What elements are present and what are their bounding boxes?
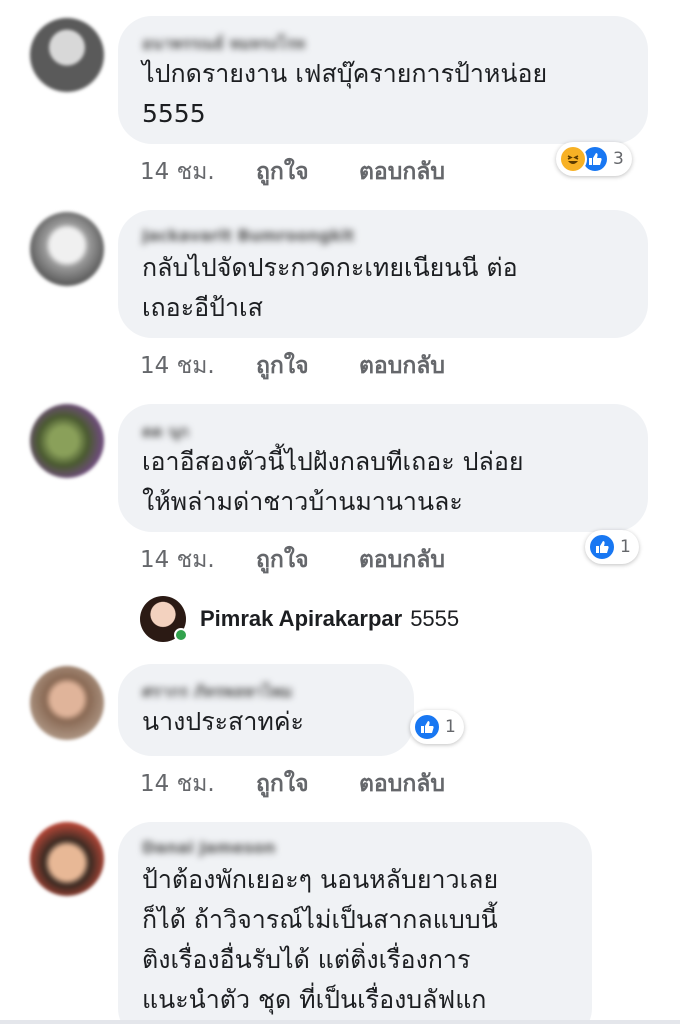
like-link[interactable]: ถูกใจ [256,766,359,802]
timestamp[interactable]: 14 ชม. [140,154,256,190]
reply-avatar[interactable] [140,596,188,642]
timestamp[interactable]: 14 ชม. [140,766,256,802]
comment-bubble: ศรากร ภัทรพลหาไพม นางประสาทค่ะ [118,664,414,756]
reply-text: 5555 [410,606,460,631]
timestamp[interactable]: 14 ชม. [140,542,256,578]
reply-link[interactable]: ตอบกลับ [359,154,445,190]
reply-preview[interactable]: Pimrak Apirakarpar 5555 [140,596,459,642]
reaction-summary[interactable]: 3 [556,142,632,176]
reaction-count: 1 [620,537,631,557]
reaction-count: 3 [613,149,624,169]
reaction-summary[interactable]: 1 [585,530,639,564]
timestamp[interactable]: 14 ชม. [140,348,256,384]
comment-bubble: ดด นุก เอาอีสองตัวนี้ไปฝังกลบทีเถอะ ปล่อ… [118,404,648,532]
comment-author[interactable]: อนาพรรณธ์ หมทรงโรท [142,32,624,54]
comment-author[interactable]: Jackavarit Bumroongkit [142,226,624,248]
comment-text: นางประสาทค่ะ [142,707,304,736]
comment-author[interactable]: ศรากร ภัทรพลหาไพม [142,680,390,702]
comment-actions: 14 ชม. ถูกใจ ตอบกลับ [140,348,445,384]
comment-author[interactable]: ดด นุก [142,420,624,442]
avatar[interactable] [30,212,104,286]
comment-text: กลับไปจัดประกวดกะเทยเนียนนี ต่อ เถอะอีป้… [142,253,518,322]
reply-author[interactable]: Pimrak Apirakarpar [200,606,402,632]
avatar[interactable] [30,18,104,92]
divider [0,1020,680,1024]
comment-text: ป้าต้องพักเยอะๆ นอนหลับยาวเลย ก็ได้ ถ้าว… [142,865,499,1014]
avatar[interactable] [30,404,104,478]
comment-text: เอาอีสองตัวนี้ไปฝังกลบทีเถอะ ปล่อย ให้พล… [142,447,524,516]
comment-bubble: Danai Jameson ป้าต้องพักเยอะๆ นอนหลับยาว… [118,822,592,1024]
haha-icon [559,145,587,173]
avatar[interactable] [30,822,104,896]
comment-bubble: อนาพรรณธ์ หมทรงโรท ไปกดรายงาน เฟสบุ๊คราย… [118,16,648,144]
comment-actions: 14 ชม. ถูกใจ ตอบกลับ [140,766,445,802]
comment-bubble: Jackavarit Bumroongkit กลับไปจัดประกวดกะ… [118,210,648,338]
comment-actions: 14 ชม. ถูกใจ ตอบกลับ [140,542,445,578]
like-link[interactable]: ถูกใจ [256,348,359,384]
like-link[interactable]: ถูกใจ [256,154,359,190]
reply-link[interactable]: ตอบกลับ [359,766,445,802]
reply-link[interactable]: ตอบกลับ [359,348,445,384]
reply-link[interactable]: ตอบกลับ [359,542,445,578]
online-status-dot [174,628,188,642]
reaction-count: 1 [445,717,456,737]
like-icon [413,713,441,741]
comment-actions: 14 ชม. ถูกใจ ตอบกลับ [140,154,445,190]
like-icon [588,533,616,561]
comment-author[interactable]: Danai Jameson [142,838,568,860]
avatar[interactable] [30,666,104,740]
like-link[interactable]: ถูกใจ [256,542,359,578]
reaction-summary[interactable]: 1 [410,710,464,744]
comment-text: ไปกดรายงาน เฟสบุ๊ครายการป้าหน่อย 5555 [142,59,548,128]
